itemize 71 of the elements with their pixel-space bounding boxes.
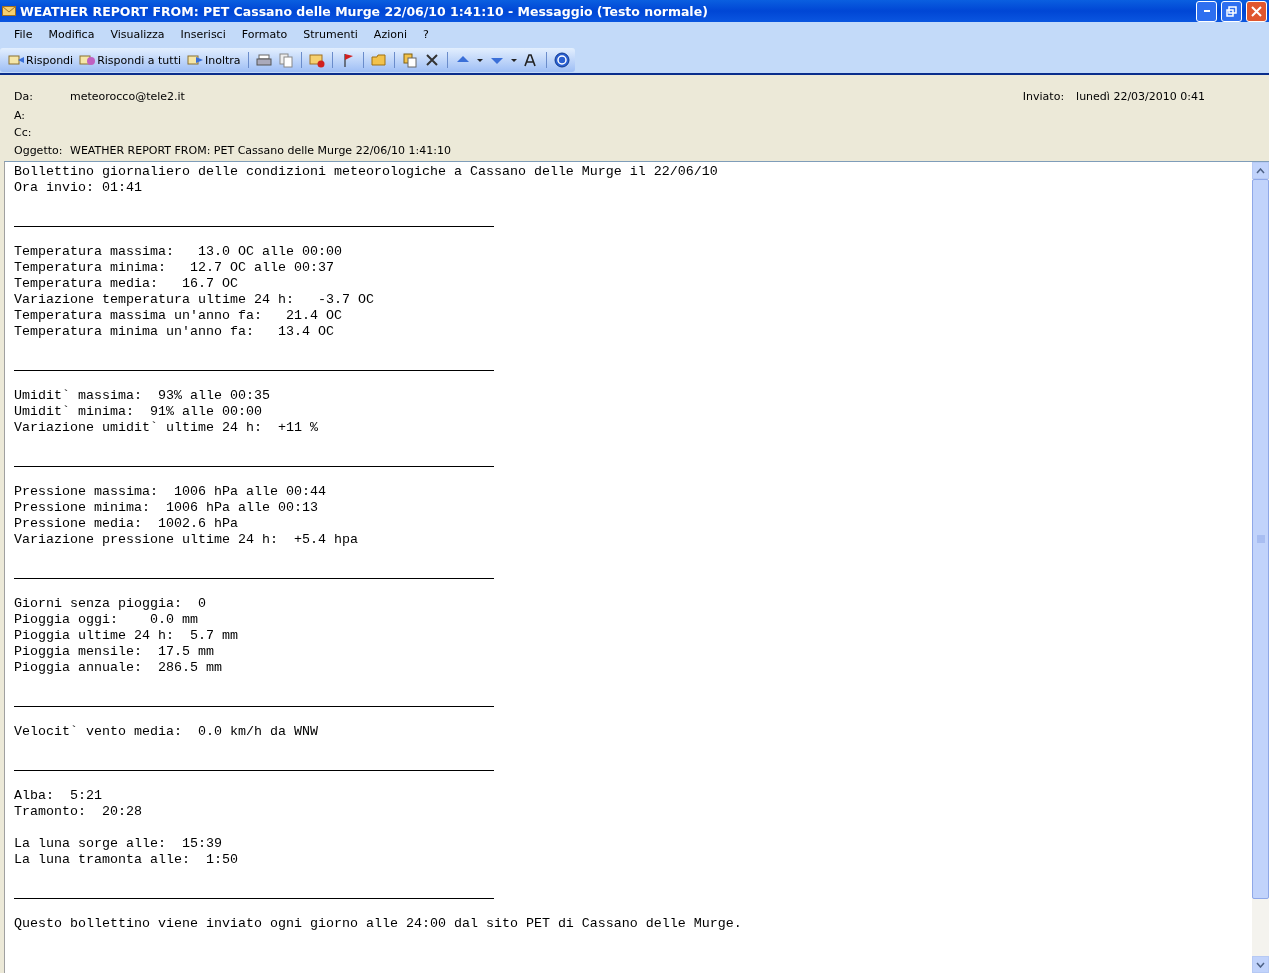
message-line: Temperatura massima un'anno fa: 21.4 OC — [14, 308, 343, 324]
message-line: Alba: 5:21 — [14, 788, 103, 804]
minimize-icon — [1203, 10, 1210, 12]
toolbar-button[interactable] — [551, 51, 572, 69]
message-line: La luna sorge alle: 15:39 — [14, 836, 223, 852]
toolbar-button[interactable]: Rispondi a tutti — [77, 51, 183, 69]
field-label: Cc: — [14, 125, 33, 139]
message-line: Variazione pressione ultime 24 h: +5.4 hpa — [14, 532, 359, 548]
folder-page-icon — [401, 52, 418, 68]
menu-item[interactable]: Strumenti — [295, 28, 366, 41]
restore-button[interactable] — [1221, 0, 1242, 22]
message-line: Pioggia annuale: 286.5 mm — [14, 660, 223, 676]
envelope-stop-icon — [308, 52, 325, 68]
message-line: Velocit` vento media: 0.0 km/h da WNW — [14, 724, 319, 740]
printer-icon — [255, 52, 272, 68]
message-line: Pressione massima: 1006 hPa alle 00:44 — [14, 484, 327, 500]
envelope-arrow-icon — [187, 52, 203, 68]
envelope-arrow-icon — [8, 52, 24, 68]
menu-item[interactable]: Inserisci — [172, 28, 234, 41]
toolbar-button[interactable]: Rispondi — [6, 51, 76, 69]
sent-date: lunedì 22/03/2010 0:41 — [1076, 89, 1205, 103]
message-line: Umidit` minima: 91% alle 00:00 — [14, 404, 263, 420]
message-line: La luna tramonta alle: 1:50 — [14, 852, 239, 868]
chevron-up-icon — [1256, 167, 1265, 174]
close-icon — [423, 52, 440, 68]
field-label: A: — [14, 109, 27, 122]
subject-text: WEATHER REPORT FROM: PET Cassano delle Murge 22/06/10 1:41:10 — [70, 143, 452, 157]
message-line: Ora invio: 01:41 — [14, 180, 143, 196]
message-line: Pioggia mensile: 17.5 mm — [14, 644, 215, 660]
message-line: Temperatura media: 16.7 OC — [14, 276, 239, 292]
message-line: Pressione minima: 1006 hPa alle 00:13 — [14, 500, 319, 516]
help-icon — [553, 52, 570, 68]
message-line: Questo bollettino viene inviato ogni giorno alle 24:00 dal sito PET di Cassano delle Murge. — [14, 916, 743, 932]
menu-item[interactable]: Azioni — [365, 28, 415, 41]
message-line: Temperatura massima: 13.0 OC alle 00:00 — [14, 244, 343, 260]
close-icon — [1251, 5, 1262, 17]
minimize-button[interactable] — [1196, 0, 1217, 22]
sender-address: meteorocco@tele2.it — [70, 89, 186, 103]
message-line: Pioggia oggi: 0.0 mm — [14, 612, 199, 628]
message-line: Pressione media: 1002.6 hPa — [14, 516, 239, 532]
message-line: Temperatura minima un'anno fa: 13.4 OC — [14, 324, 335, 340]
menu-item[interactable]: Modifica — [40, 28, 103, 41]
scroll-up-button[interactable] — [1252, 162, 1269, 179]
close-button[interactable] — [1246, 0, 1267, 22]
menu-item[interactable]: Formato — [233, 28, 296, 41]
field-label: Oggetto: — [14, 143, 64, 157]
message-line: Umidit` massima: 93% alle 00:35 — [14, 388, 271, 404]
field-label: Inviato: — [1022, 89, 1065, 103]
message-line: Giorni senza pioggia: 0 — [14, 596, 207, 612]
caret-icon — [476, 58, 483, 62]
message-line: Pioggia ultime 24 h: 5.7 mm — [14, 628, 239, 644]
message-line: Variazione temperatura ultime 24 h: -3.7 OC — [14, 292, 375, 308]
chevron-down-icon — [1256, 961, 1265, 968]
envelope-icon — [2, 5, 16, 17]
message-line: Bollettino giornaliero delle condizioni meteorologiche a Cassano delle Murge il 22/06/10 — [14, 164, 719, 180]
menu-item[interactable]: ? — [415, 28, 437, 41]
font-icon — [522, 52, 539, 68]
scroll-down-button[interactable] — [1252, 956, 1269, 973]
toolbar-button[interactable]: Inoltra — [185, 51, 243, 69]
pages-icon — [277, 52, 294, 68]
caret-icon — [510, 58, 517, 62]
field-label: Da: — [14, 89, 34, 103]
message-line: Variazione umidit` ultime 24 h: +11 % — [14, 420, 319, 436]
restore-icon — [1226, 5, 1237, 17]
folder-icon — [370, 52, 387, 68]
grip-icon — [1256, 535, 1265, 543]
menu-item[interactable]: Visualizza — [102, 28, 173, 41]
message-line: Tramonto: 20:28 — [14, 804, 143, 820]
menu-item[interactable]: File — [6, 28, 41, 41]
message-line: Temperatura minima: 12.7 OC alle 00:37 — [14, 260, 335, 276]
window-title: WEATHER REPORT FROM: PET Cassano delle Murge 22/06/10 1:41:10 - Messaggio (Testo normale) — [20, 3, 709, 19]
